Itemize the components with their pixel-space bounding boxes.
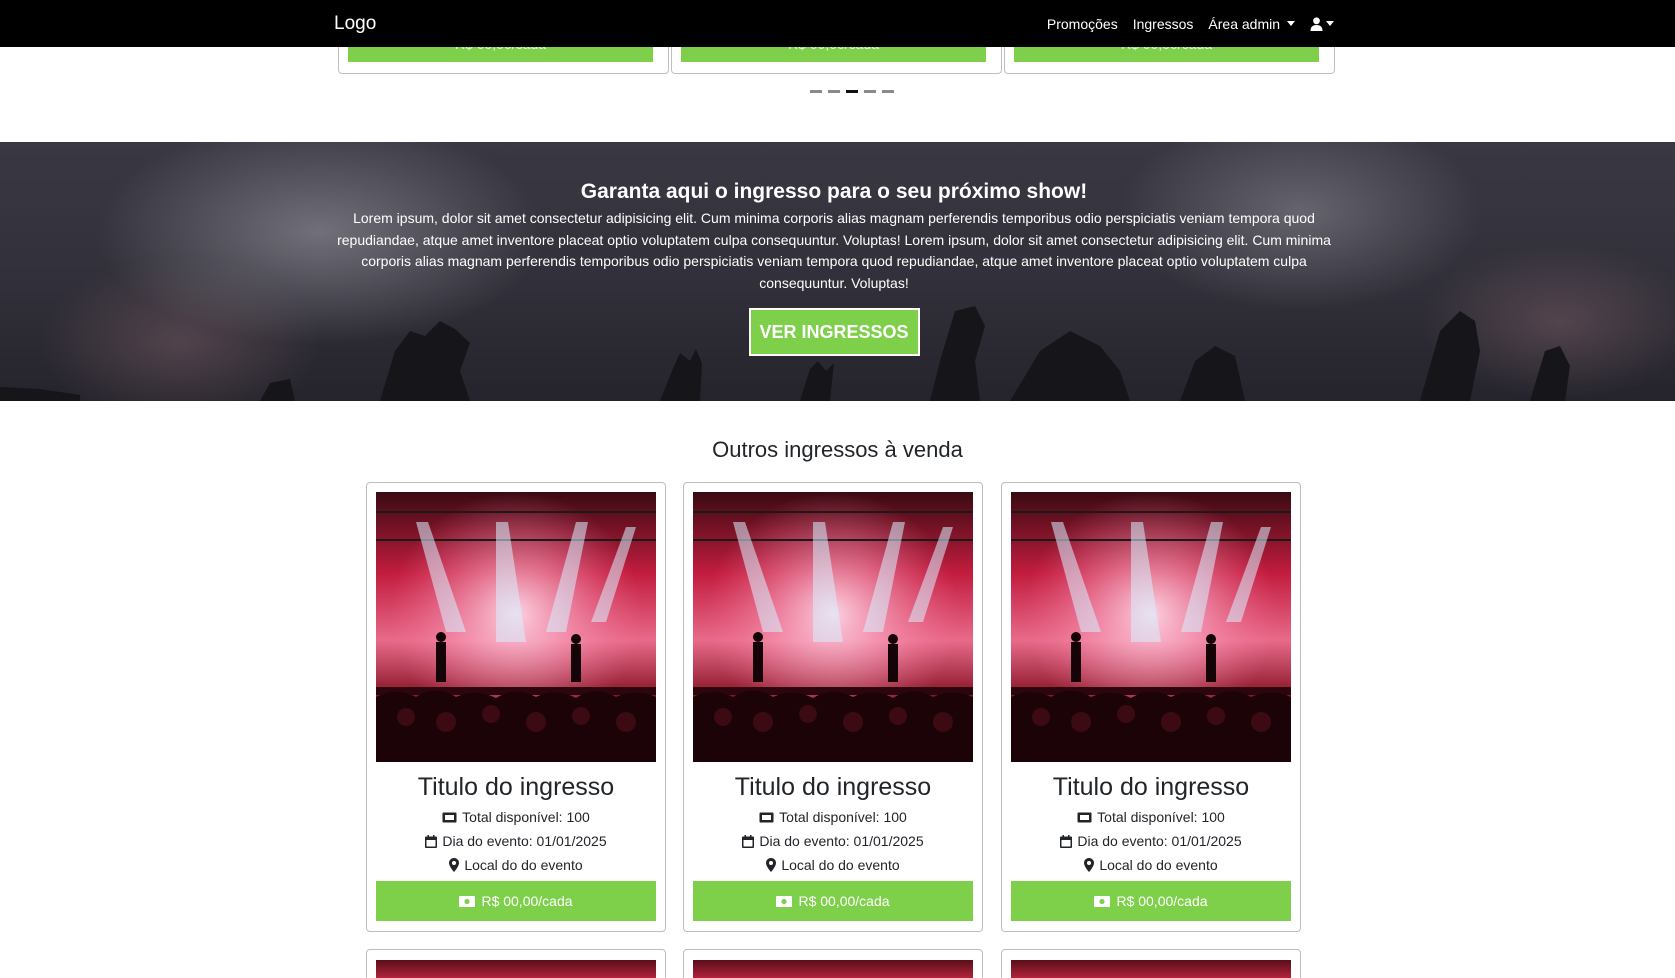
card-title: Titulo do ingresso (734, 773, 932, 801)
carousel-indicators (810, 90, 894, 93)
nav-link-ingressos[interactable]: Ingressos (1133, 16, 1194, 32)
logo[interactable]: Logo (334, 13, 376, 35)
price-label: R$ 00,00/cada (798, 893, 890, 909)
card-date-row: Dia do evento: 01/01/2025 (1002, 833, 1300, 849)
card-location: Local do do evento (1099, 857, 1218, 873)
card-date: Dia do evento: 01/01/2025 (759, 833, 924, 849)
caret-down-icon (1326, 21, 1334, 26)
user-menu-dropdown[interactable] (1310, 16, 1334, 31)
nav-dropdown-area-admin[interactable]: Área admin (1208, 16, 1295, 32)
nav-link-promocoes[interactable]: Promoções (1047, 16, 1118, 32)
money-bill-icon (459, 895, 476, 907)
card-location: Local do do evento (464, 857, 583, 873)
card-location-row: Local do do evento (367, 857, 665, 873)
concert-image[interactable] (1011, 960, 1291, 978)
concert-image[interactable] (1011, 492, 1291, 762)
card-date: Dia do evento: 01/01/2025 (442, 833, 607, 849)
carousel-indicator-1[interactable] (810, 90, 822, 93)
card-total-row: Total disponível: 100 (1002, 809, 1300, 825)
card-location-row: Local do do evento (1002, 857, 1300, 873)
ticket-card-partial (683, 949, 983, 978)
card-location-row: Local do do evento (684, 857, 982, 873)
ticket-card-partial (1001, 949, 1301, 978)
carousel-indicator-2[interactable] (828, 90, 840, 93)
card-total: Total disponível: 100 (779, 809, 907, 825)
card-total: Total disponível: 100 (1097, 809, 1225, 825)
carousel-indicator-3[interactable] (846, 90, 858, 93)
concert-image[interactable] (693, 960, 973, 978)
money-bill-icon (1094, 895, 1111, 907)
card-total-row: Total disponível: 100 (684, 809, 982, 825)
calendar-icon (742, 834, 755, 848)
ticket-card: Titulo do ingresso Total disponível: 100… (366, 482, 666, 932)
navbar: Logo Promoções Ingressos Área admin (0, 0, 1675, 47)
nav-links: Promoções Ingressos Área admin (1047, 16, 1334, 32)
price-button[interactable]: R$ 00,00/cada (376, 881, 656, 921)
card-location: Local do do evento (781, 857, 900, 873)
concert-image[interactable] (376, 960, 656, 978)
price-button[interactable]: R$ 00,00/cada (1011, 881, 1291, 921)
section-title: Outros ingressos à venda (712, 437, 963, 462)
ticket-icon (1077, 812, 1092, 822)
money-bill-icon (776, 895, 793, 907)
map-marker-icon (449, 858, 460, 872)
price-label: R$ 00,00/cada (1116, 893, 1208, 909)
map-marker-icon (766, 858, 777, 872)
carousel-indicator-5[interactable] (882, 90, 894, 93)
card-title: Titulo do ingresso (1052, 773, 1250, 801)
nav-dropdown-label: Área admin (1208, 15, 1280, 32)
card-title: Titulo do ingresso (417, 773, 615, 801)
caret-down-icon (1287, 21, 1295, 26)
calendar-icon (1060, 834, 1073, 848)
ticket-icon (759, 812, 774, 822)
calendar-icon (425, 834, 438, 848)
card-date-row: Dia do evento: 01/01/2025 (684, 833, 982, 849)
ticket-card: Titulo do ingresso Total disponível: 100… (683, 482, 983, 932)
concert-image[interactable] (693, 492, 973, 762)
ticket-card-partial (366, 949, 666, 978)
map-marker-icon (1084, 858, 1095, 872)
price-label: R$ 00,00/cada (481, 893, 573, 909)
carousel-indicator-4[interactable] (864, 90, 876, 93)
hero-title: Garanta aqui o ingresso para o seu próxi… (580, 180, 1088, 203)
ticket-icon (442, 812, 457, 822)
card-date: Dia do evento: 01/01/2025 (1077, 833, 1242, 849)
price-button[interactable]: R$ 00,00/cada (693, 881, 973, 921)
ticket-card: Titulo do ingresso Total disponível: 100… (1001, 482, 1301, 932)
hero-text: Lorem ipsum, dolor sit amet consectetur … (337, 210, 1331, 291)
hero-content: Garanta aqui o ingresso para o seu próxi… (334, 142, 1334, 357)
navbar-inner: Logo Promoções Ingressos Área admin (334, 0, 1334, 47)
ver-ingressos-button[interactable]: VER INGRESSOS (748, 308, 920, 357)
user-icon (1310, 16, 1323, 31)
card-date-row: Dia do evento: 01/01/2025 (367, 833, 665, 849)
hero-banner: Garanta aqui o ingresso para o seu próxi… (0, 142, 1675, 401)
card-total-row: Total disponível: 100 (367, 809, 665, 825)
card-total: Total disponível: 100 (462, 809, 590, 825)
concert-image[interactable] (376, 492, 656, 762)
